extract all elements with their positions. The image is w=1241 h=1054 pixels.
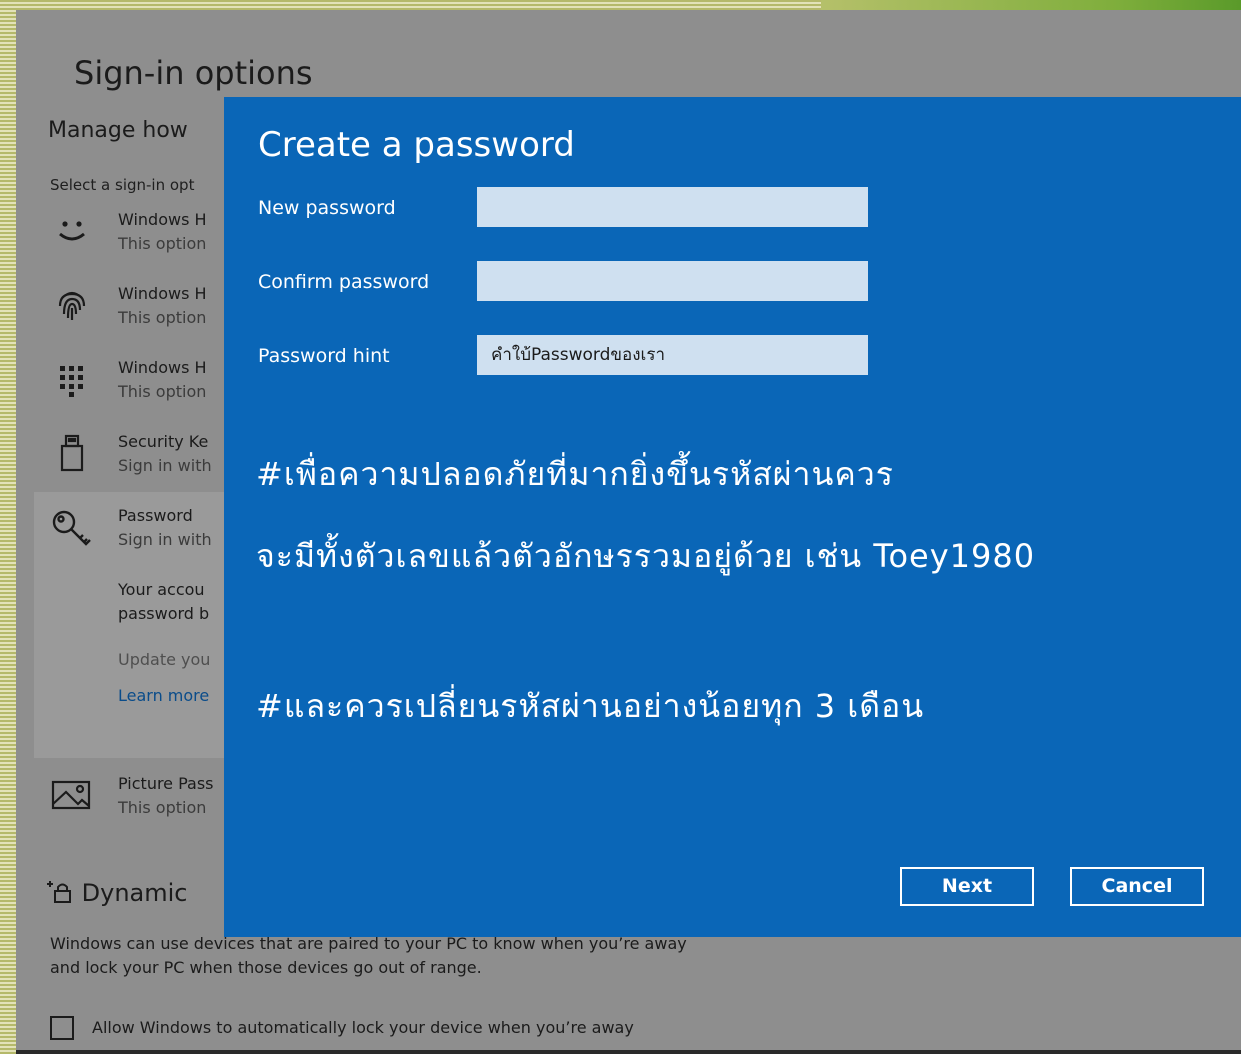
cancel-button[interactable]: Cancel	[1070, 867, 1204, 906]
security-note-line3: #และควรเปลี่ยนรหัสผ่านอย่างน้อยทุก 3 เดื…	[256, 687, 925, 725]
option-picture-password[interactable]: Picture Pass This option	[50, 774, 250, 834]
dynamic-lock-heading: Dynamic	[46, 878, 187, 907]
select-sign-in-label: Select a sign-in opt	[50, 176, 195, 194]
learn-more-link[interactable]: Learn more	[118, 686, 209, 705]
password-hint-label: Password hint	[258, 345, 390, 367]
update-password-button[interactable]: Update you	[118, 650, 210, 669]
bottom-bar	[16, 1050, 1241, 1054]
option-name: Picture Pass	[118, 774, 214, 793]
option-name: Windows H	[118, 358, 207, 377]
face-icon	[50, 210, 94, 254]
option-name: Password	[118, 506, 193, 525]
option-desc: This option	[118, 308, 207, 327]
password-option-panel[interactable]: Password Sign in with Your accou passwor…	[34, 492, 234, 758]
option-windows-hello-fingerprint[interactable]: Windows H This option	[50, 284, 250, 344]
page-title: Sign-in options	[74, 54, 313, 92]
option-desc: Sign in with	[118, 456, 212, 475]
option-windows-hello-pin[interactable]: Windows H This option	[50, 358, 250, 418]
security-note-line2: จะมีทั้งตัวเลขแล้วตัวอักษรรวมอยู่ด้วย เช…	[256, 537, 1036, 575]
fingerprint-icon	[50, 284, 94, 328]
dynamic-lock-checkbox-label: Allow Windows to automatically lock your…	[92, 1018, 634, 1037]
security-key-icon	[50, 432, 94, 476]
keypad-icon	[50, 358, 94, 402]
option-desc: This option	[118, 234, 207, 253]
option-name: Windows H	[118, 210, 207, 229]
key-icon	[50, 506, 94, 550]
create-password-dialog: Create a password New password Confirm p…	[224, 97, 1241, 937]
option-desc: This option	[118, 798, 207, 817]
picture-icon	[50, 774, 94, 818]
option-security-key[interactable]: Security Ke Sign in with	[50, 432, 250, 492]
dynamic-lock-title: Dynamic	[81, 879, 188, 907]
page-subtitle: Manage how	[48, 118, 188, 143]
option-name: Security Ke	[118, 432, 209, 451]
option-windows-hello-face[interactable]: Windows H This option	[50, 210, 250, 270]
password-info-line2: password b	[118, 604, 210, 623]
password-hint-field[interactable]: คำใบ้Passwordของเรา	[477, 335, 868, 375]
confirm-password-field[interactable]	[477, 261, 868, 301]
option-desc: Sign in with	[118, 530, 212, 549]
dynamic-lock-description: Windows can use devices that are paired …	[50, 934, 687, 977]
new-password-field[interactable]	[477, 187, 868, 227]
dialog-title: Create a password	[258, 125, 575, 165]
confirm-password-label: Confirm password	[258, 271, 430, 293]
password-info-line1: Your accou	[118, 580, 205, 599]
new-password-label: New password	[258, 197, 396, 219]
option-name: Windows H	[118, 284, 207, 303]
dynamic-lock-checkbox[interactable]	[50, 1016, 74, 1040]
dynamic-lock-icon	[46, 879, 82, 907]
option-desc: This option	[118, 382, 207, 401]
security-note-line1: #เพื่อความปลอดภัยที่มากยิ่งขึ้นรหัสผ่านค…	[256, 455, 894, 493]
option-password[interactable]: Password Sign in with	[50, 506, 250, 566]
next-button[interactable]: Next	[900, 867, 1034, 906]
